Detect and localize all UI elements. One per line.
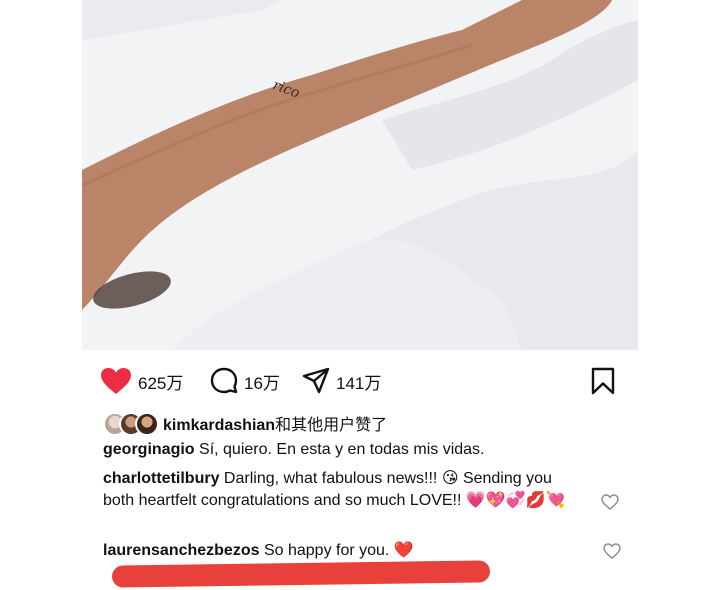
liked-by-username[interactable]: kimkardashian — [163, 417, 275, 434]
comment-icon — [210, 367, 238, 394]
liker-avatars — [103, 411, 161, 436]
red-highlight-stroke — [111, 560, 491, 588]
comments-count: 16万 — [244, 373, 280, 393]
liked-by-text: kimkardashian和其他用户赞了 — [163, 411, 387, 435]
share-button[interactable]: 141万 — [302, 366, 381, 396]
shares-count: 141万 — [336, 373, 382, 393]
share-icon — [302, 367, 330, 394]
post-action-bar: 625万 16万 141万 — [100, 366, 620, 396]
save-button[interactable] — [590, 366, 616, 396]
caption-username[interactable]: georginagio — [103, 441, 195, 458]
caption-text: Sí, quiero. En esta y en todas mis vidas… — [199, 441, 485, 458]
photo-illustration: rico — [82, 0, 638, 350]
post-caption: georginagio Sí, quiero. En esta y en tod… — [103, 439, 623, 461]
comment-username[interactable]: charlottetilbury — [103, 470, 219, 487]
comment-item: charlottetilbury Darling, what fabulous … — [103, 468, 583, 512]
heart-outline-icon[interactable] — [601, 494, 619, 510]
heart-filled-icon — [101, 368, 131, 394]
comment-item: laurensanchezbezos So happy for you. ❤️ — [103, 540, 583, 562]
likes-count: 625万 — [138, 373, 184, 393]
post-photo[interactable]: rico — [82, 0, 638, 350]
avatar — [135, 412, 159, 436]
comment-username[interactable]: laurensanchezbezos — [103, 542, 260, 559]
liked-by-line[interactable]: kimkardashian和其他用户赞了 — [103, 411, 387, 436]
comment-text: So happy for you. ❤️ — [263, 542, 414, 559]
like-button[interactable]: 625万 — [100, 366, 183, 396]
bookmark-icon — [591, 367, 615, 395]
heart-outline-icon[interactable] — [603, 543, 621, 559]
comment-button[interactable]: 16万 — [210, 366, 280, 396]
liked-by-suffix: 和其他用户赞了 — [275, 417, 388, 434]
